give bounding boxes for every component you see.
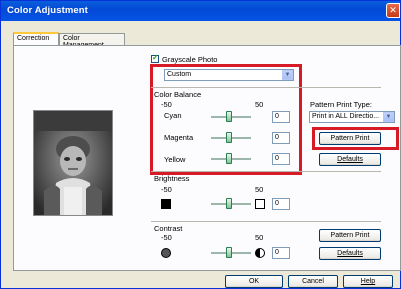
cyan-label: Cyan [164,111,182,120]
help-button[interactable]: Help [343,275,393,288]
preset-select[interactable]: Custom ▼ [164,69,294,81]
divider [151,87,381,88]
defaults-button[interactable]: Defaults [319,153,381,166]
yellow-slider-thumb[interactable] [226,153,232,164]
chevron-down-icon[interactable]: ▼ [383,112,394,122]
brightness-slider[interactable] [211,198,251,210]
window-title: Color Adjustment [7,5,88,16]
contrast-low-icon [161,248,171,258]
preset-value: Custom [167,71,192,78]
color-balance-title: Color Balance [154,90,202,99]
chevron-down-icon[interactable]: ▼ [282,70,293,80]
ok-button[interactable]: OK [225,275,283,288]
contrast-slider[interactable] [211,247,251,259]
grayscale-photo-image [34,111,112,215]
color-balance-min-label: -50 [161,100,172,109]
cancel-button[interactable]: Cancel [288,275,338,288]
pattern-print-type-label: Pattern Print Type: [310,100,372,109]
title-bar: Color Adjustment [1,1,400,21]
divider [151,171,381,172]
divider [151,221,381,222]
tab-color-management[interactable]: Color Management [59,33,125,49]
color-adjustment-dialog: Color Adjustment ✕ Correction Color Mana… [0,0,401,289]
contrast-slider-thumb[interactable] [226,247,232,258]
grayscale-checkbox[interactable] [151,53,159,63]
cyan-slider-thumb[interactable] [226,111,232,122]
brightness-slider-thumb[interactable] [226,198,232,209]
contrast-min-label: -50 [161,233,172,242]
brightness-value-field[interactable]: 0 [272,198,290,210]
photo-preview [33,110,113,216]
brightness-title: Brightness [154,174,190,183]
grayscale-label: Grayscale Photo [162,55,218,64]
close-icon[interactable]: ✕ [386,3,400,18]
tab-correction[interactable]: Correction [13,32,59,45]
contrast-high-icon [255,248,265,258]
contrast-max-label: 50 [255,233,264,242]
contrast-title: Contrast [154,224,183,233]
cyan-value-field[interactable]: 0 [272,111,290,123]
brightness-max-label: 50 [255,185,264,194]
brightness-min-label: -50 [161,185,172,194]
magenta-label: Magenta [164,133,194,142]
yellow-slider[interactable] [211,153,251,165]
pattern-print-type-value: Print in ALL Directio... [312,113,380,120]
magenta-slider[interactable] [211,132,251,144]
contrast-pattern-print-button[interactable]: Pattern Print [319,229,381,242]
pattern-print-type-select[interactable]: Print in ALL Directio... ▼ [309,111,395,123]
magenta-slider-thumb[interactable] [226,132,232,143]
brightness-dark-icon [161,199,171,209]
yellow-value-field[interactable]: 0 [272,153,290,165]
contrast-value-field[interactable]: 0 [272,247,290,259]
brightness-light-icon [255,199,265,209]
magenta-value-field[interactable]: 0 [272,132,290,144]
cyan-slider[interactable] [211,111,251,123]
color-balance-max-label: 50 [255,100,264,109]
contrast-defaults-button[interactable]: Defaults [319,247,381,260]
pattern-print-button[interactable]: Pattern Print [319,132,381,145]
yellow-label: Yellow [164,155,186,164]
